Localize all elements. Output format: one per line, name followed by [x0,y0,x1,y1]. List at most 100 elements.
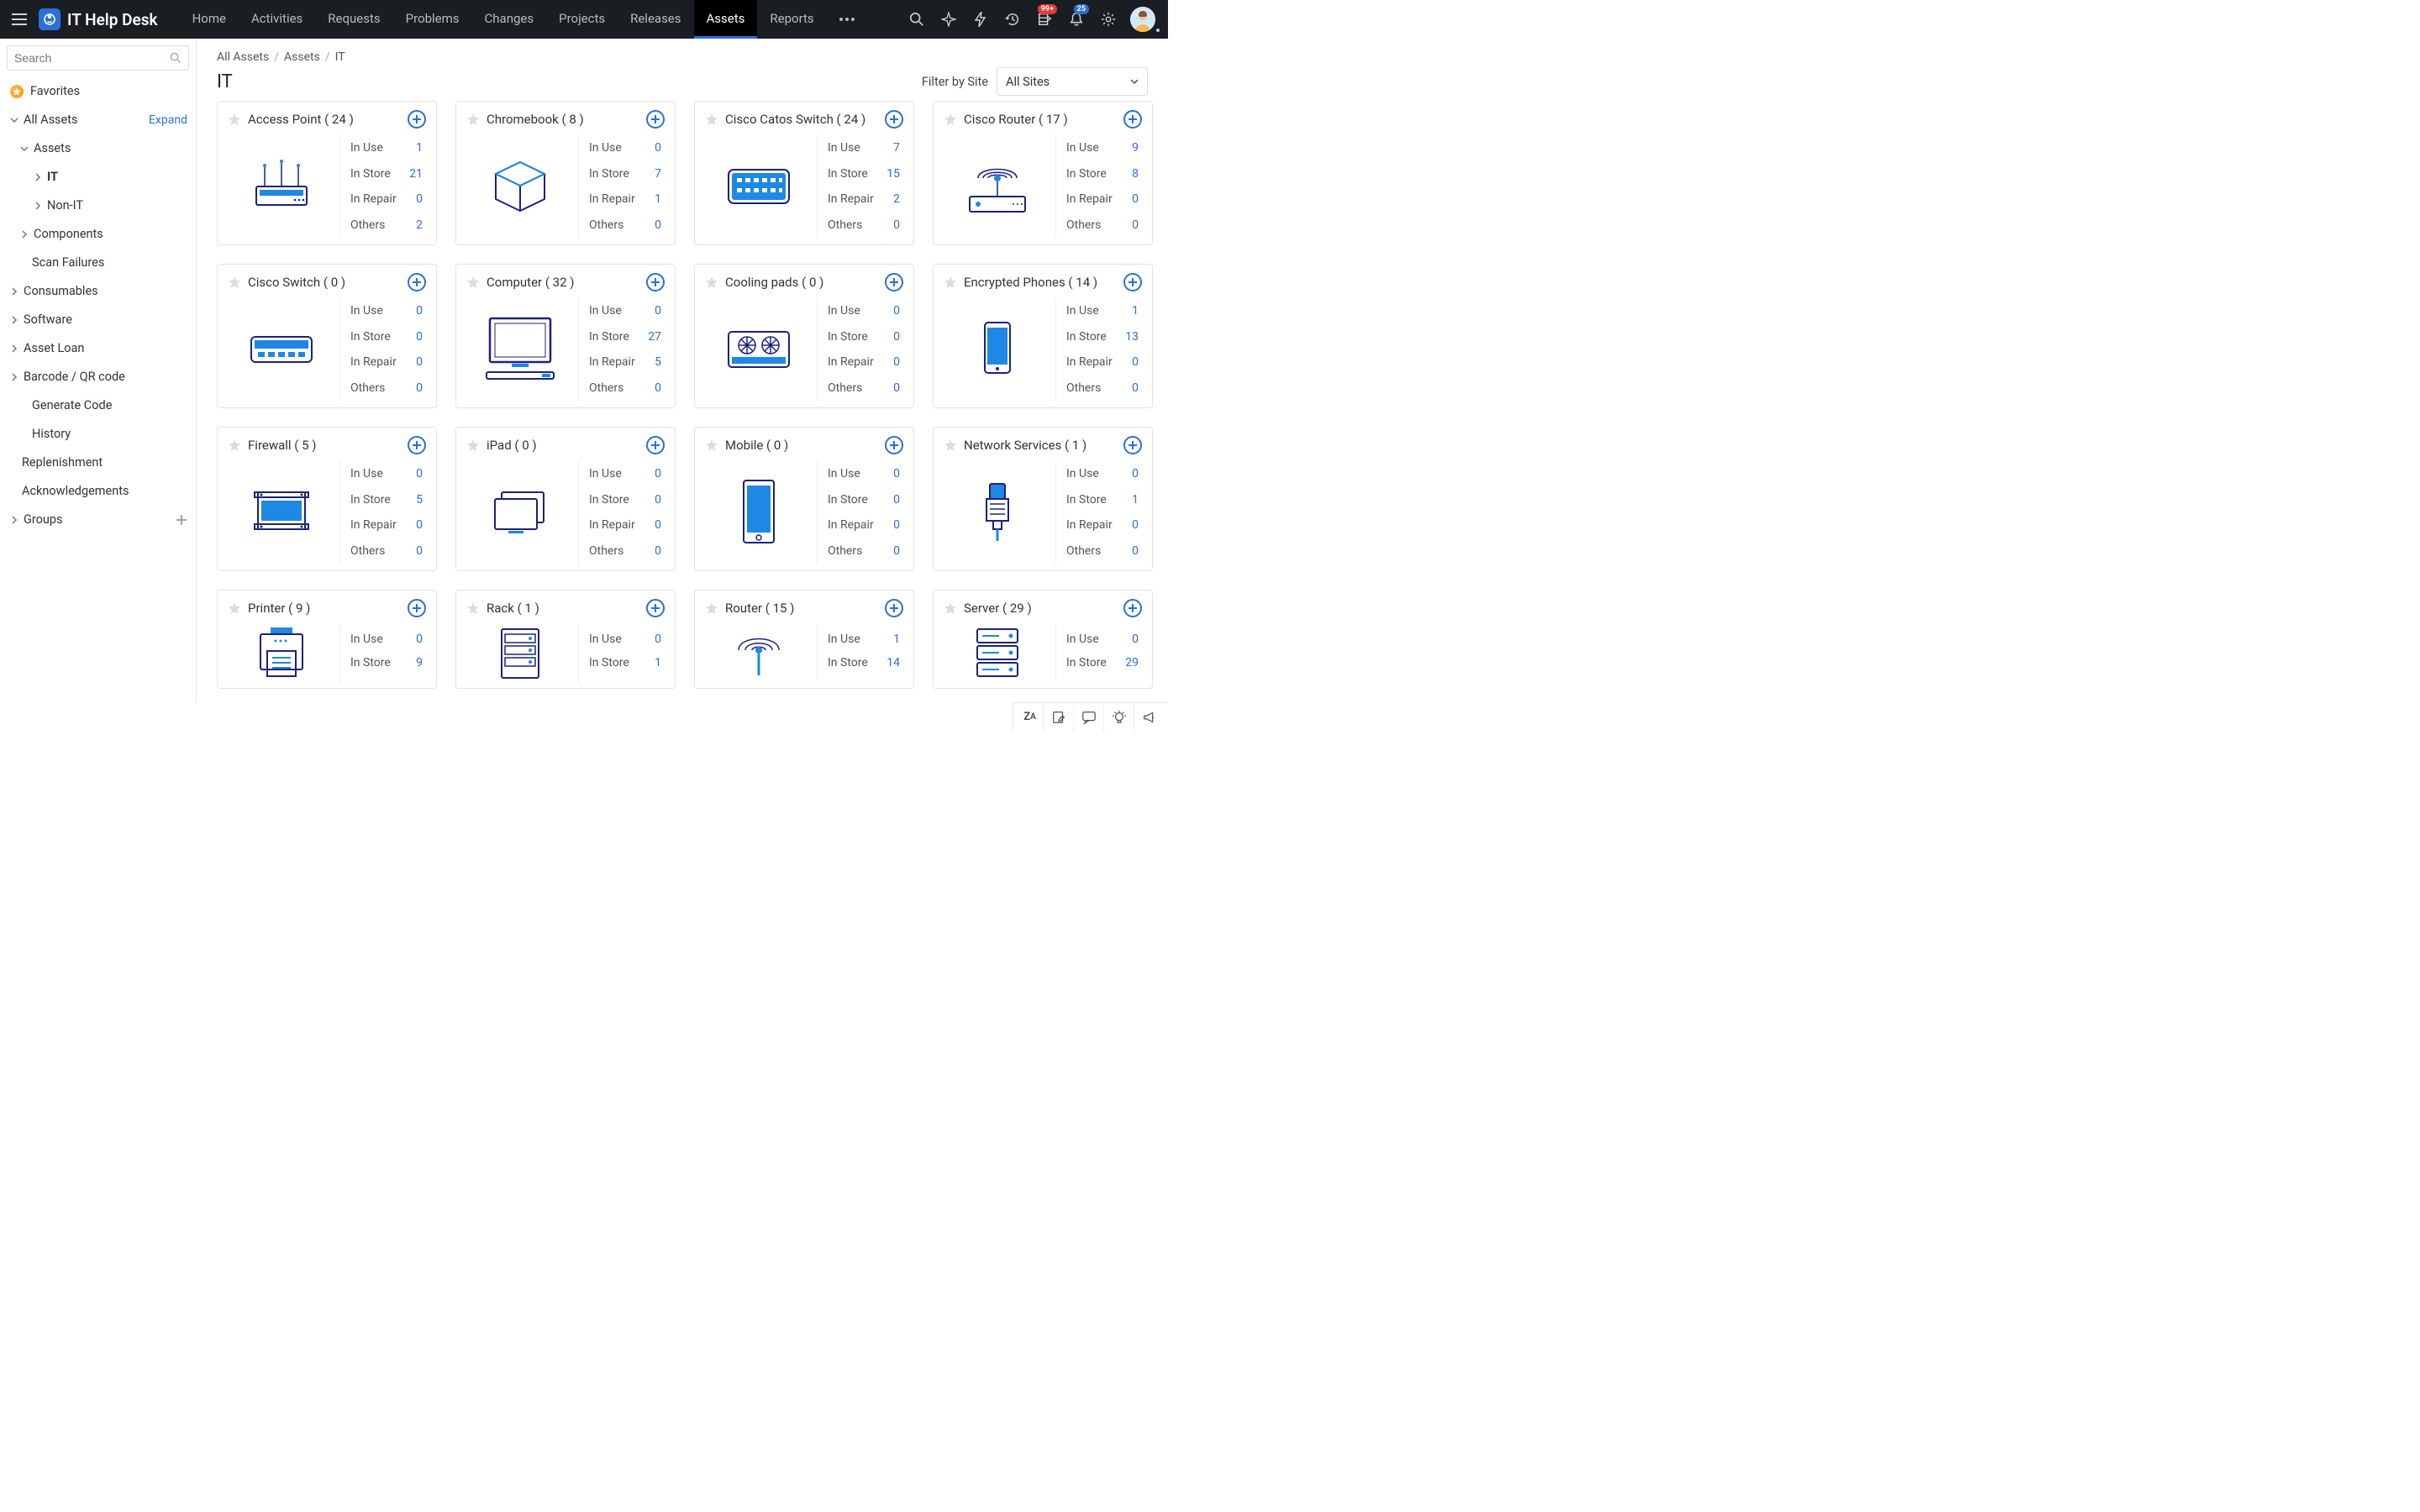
star-icon[interactable] [944,601,957,615]
sidebar-item-it[interactable]: IT [0,163,196,192]
bell-icon[interactable]: 25 [1062,0,1091,39]
stat-value[interactable]: 0 [893,301,900,321]
sidebar-item-components[interactable]: Components [0,220,196,249]
stat-value[interactable]: 15 [886,164,900,184]
stat-value[interactable]: 0 [416,541,423,561]
stat-value[interactable]: 0 [655,515,661,535]
breadcrumb-item[interactable]: IT [335,50,345,64]
sidebar-item-scan-failures[interactable]: Scan Failures [0,249,196,277]
asset-card-computer[interactable]: Computer ( 32 ) In Use0 In Store27 In Re… [455,264,676,408]
stat-value[interactable]: 27 [648,327,661,347]
sidebar-item-groups[interactable]: Groups [0,506,196,534]
asset-card-cisco-router[interactable]: Cisco Router ( 17 ) In Use9 In Store8 In… [933,101,1153,245]
stat-value[interactable]: 1 [416,138,423,158]
star-icon[interactable] [705,601,718,615]
stat-value[interactable]: 0 [416,301,423,321]
nav-tab-assets[interactable]: Assets [694,0,758,39]
sidebar-item-software[interactable]: Software [0,306,196,334]
stat-value[interactable]: 14 [886,653,900,673]
nav-tab-requests[interactable]: Requests [315,0,392,39]
star-icon[interactable] [228,113,241,126]
sidebar-item-all-assets[interactable]: All Assets Expand [0,106,196,134]
stat-value[interactable]: 1 [655,189,661,209]
add-icon[interactable] [885,273,903,291]
star-icon[interactable] [705,438,718,452]
add-icon[interactable] [646,110,665,129]
stat-value[interactable]: 9 [1132,138,1139,158]
sidebar-item-history[interactable]: History [0,420,196,449]
breadcrumb-item[interactable]: All Assets [217,50,269,64]
stat-value[interactable]: 2 [893,189,900,209]
add-icon[interactable] [1123,599,1142,617]
stat-value[interactable]: 0 [1132,515,1139,535]
star-icon[interactable] [466,113,480,126]
star-icon[interactable] [705,113,718,126]
stat-value[interactable]: 7 [655,164,661,184]
asset-card-cisco-catos-switch[interactable]: Cisco Catos Switch ( 24 ) In Use7 In Sto… [694,101,914,245]
stat-value[interactable]: 0 [416,515,423,535]
stat-value[interactable]: 13 [1125,327,1139,347]
stat-value[interactable]: 0 [1132,352,1139,372]
sidebar-item-assets[interactable]: Assets [0,134,196,163]
stat-value[interactable]: 0 [893,515,900,535]
bulb-icon[interactable] [1104,703,1134,732]
site-select[interactable]: All Sites [997,67,1148,96]
nav-tab-problems[interactable]: Problems [393,0,472,39]
stat-value[interactable]: 0 [893,464,900,484]
stat-value[interactable]: 0 [893,352,900,372]
asset-card-firewall[interactable]: Firewall ( 5 ) In Use0 In Store5 In Repa… [217,427,437,571]
add-icon[interactable] [1123,436,1142,454]
add-icon[interactable] [885,599,903,617]
inbox-icon[interactable]: 99+ [1030,0,1059,39]
add-icon[interactable] [646,436,665,454]
stat-value[interactable]: 5 [655,352,661,372]
stat-value[interactable]: 0 [655,138,661,158]
stat-value[interactable]: 1 [893,629,900,649]
stat-value[interactable]: 0 [893,378,900,398]
asset-card-printer[interactable]: Printer ( 9 ) In Use0 In Store9 [217,590,437,689]
asset-card-encrypted-phones[interactable]: Encrypted Phones ( 14 ) In Use1 In Store… [933,264,1153,408]
stat-value[interactable]: 0 [655,215,661,235]
stat-value[interactable]: 0 [416,378,423,398]
star-icon[interactable] [228,438,241,452]
chat-icon[interactable] [1074,703,1104,732]
sidebar-item-consumables[interactable]: Consumables [0,277,196,306]
stat-value[interactable]: 0 [655,301,661,321]
plus-icon[interactable] [176,514,187,526]
asset-card-access-point[interactable]: Access Point ( 24 ) In Use1 In Store21 I… [217,101,437,245]
announce-icon[interactable] [1134,703,1165,732]
sidebar-item-non-it[interactable]: Non-IT [0,192,196,220]
stat-value[interactable]: 5 [416,490,423,510]
star-icon[interactable] [944,113,957,126]
stat-value[interactable]: 0 [1132,629,1139,649]
nav-tab-projects[interactable]: Projects [546,0,618,39]
stat-value[interactable]: 0 [416,464,423,484]
nav-tab-changes[interactable]: Changes [472,0,547,39]
sidebar-item-favorites[interactable]: Favorites [0,77,196,106]
search-input[interactable] [14,51,170,65]
stat-value[interactable]: 0 [1132,541,1139,561]
asset-card-router[interactable]: Router ( 15 ) In Use1 In Store14 [694,590,914,689]
sidebar-item-generate-code[interactable]: Generate Code [0,391,196,420]
stat-value[interactable]: 0 [655,378,661,398]
stat-value[interactable]: 0 [416,629,423,649]
star-icon[interactable] [466,438,480,452]
add-icon[interactable] [408,110,426,129]
star-icon[interactable] [944,438,957,452]
stat-value[interactable]: 0 [416,327,423,347]
stat-value[interactable]: 0 [655,490,661,510]
nav-tab-reports[interactable]: Reports [757,0,826,39]
asset-card-mobile[interactable]: Mobile ( 0 ) In Use0 In Store0 In Repair… [694,427,914,571]
zia-icon[interactable]: ZA [1017,703,1044,732]
stat-value[interactable]: 29 [1125,653,1139,673]
breadcrumb-item[interactable]: Assets [284,50,320,64]
star-icon[interactable] [944,276,957,289]
nav-more-icon[interactable] [827,17,867,22]
ai-icon[interactable] [934,0,963,39]
stat-value[interactable]: 0 [416,189,423,209]
history-icon[interactable] [998,0,1027,39]
star-icon[interactable] [228,601,241,615]
asset-card-cisco-switch[interactable]: Cisco Switch ( 0 ) In Use0 In Store0 In … [217,264,437,408]
star-icon[interactable] [466,276,480,289]
nav-tab-home[interactable]: Home [180,0,239,39]
